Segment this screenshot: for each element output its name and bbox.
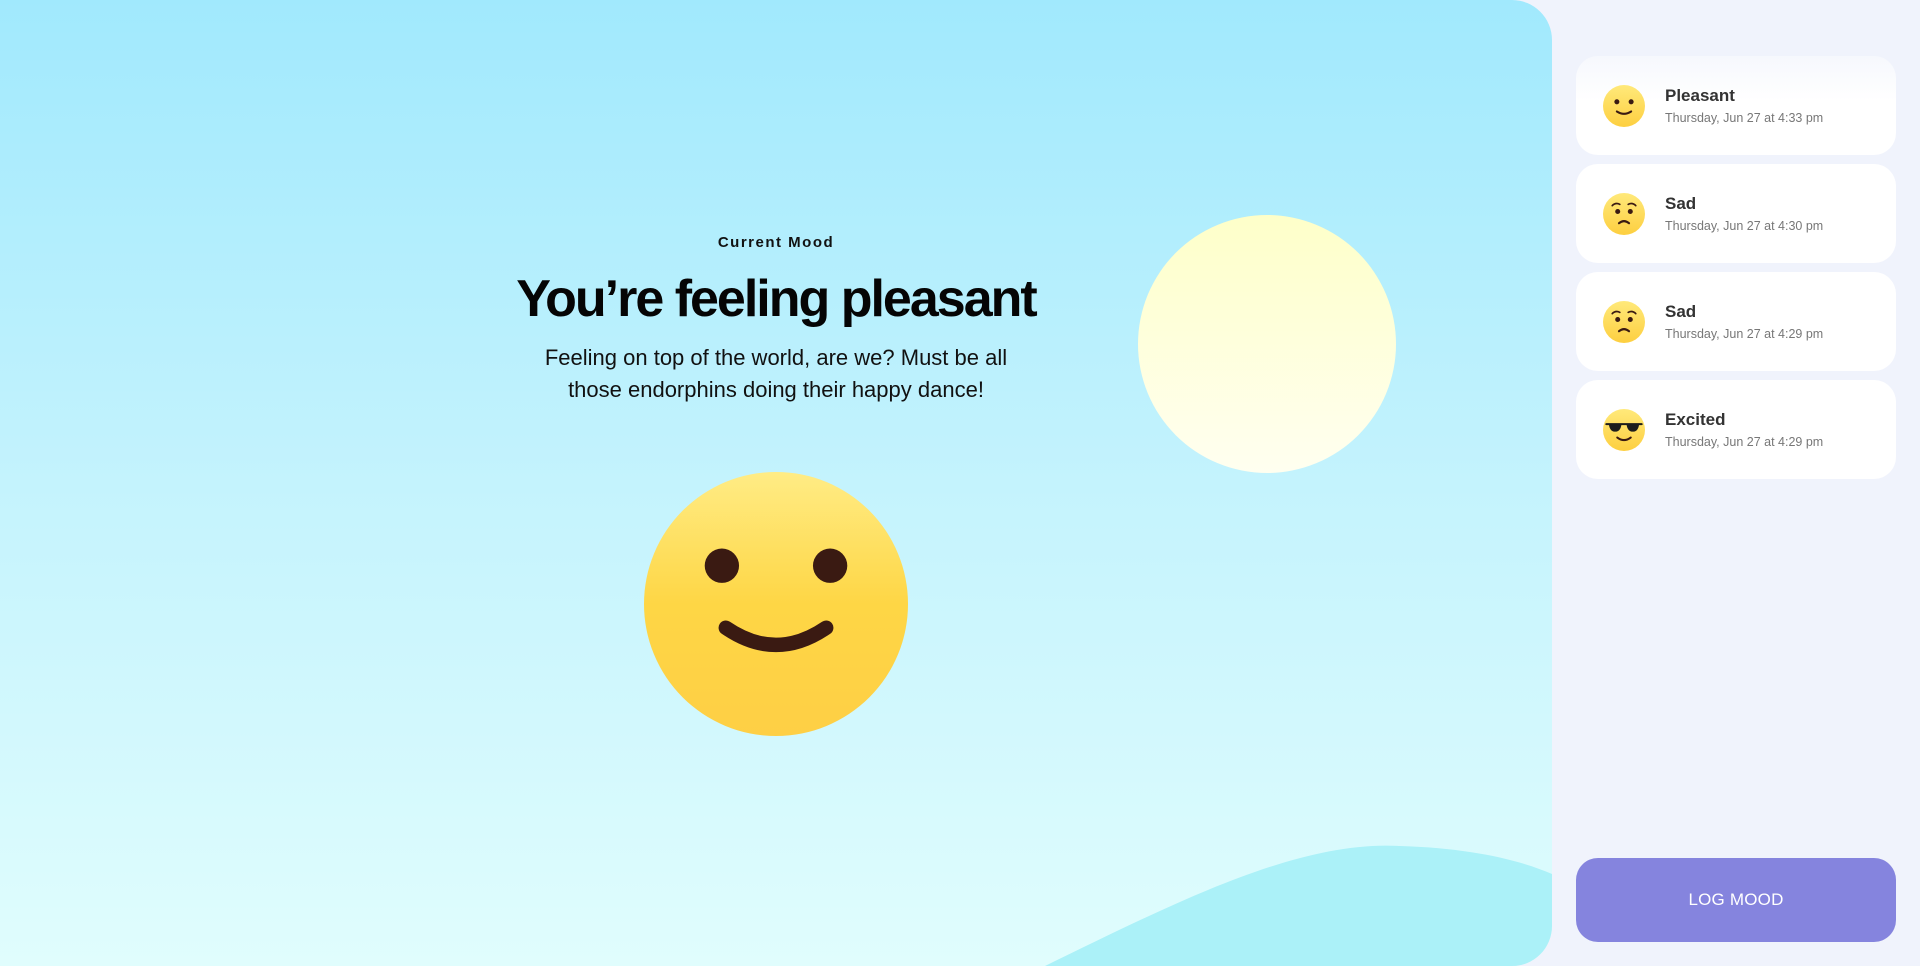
worried-face-icon bbox=[1603, 192, 1645, 235]
current-mood-label: Current Mood bbox=[717, 234, 835, 251]
mood-history-list: Pleasant Thursday, Jun 27 at 4:33 pm Sad… bbox=[1576, 56, 1896, 488]
list-item[interactable]: Excited Thursday, Jun 27 at 4:29 pm bbox=[1576, 380, 1896, 479]
mood-entry-timestamp: Thursday, Jun 27 at 4:33 pm bbox=[1665, 110, 1824, 125]
page-title: You’re feeling pleasant bbox=[516, 270, 1037, 328]
mood-entry-timestamp: Thursday, Jun 27 at 4:30 pm bbox=[1665, 218, 1824, 233]
mood-entry-title: Pleasant bbox=[1665, 85, 1735, 105]
list-item[interactable]: Sad Thursday, Jun 27 at 4:30 pm bbox=[1576, 164, 1896, 263]
mood-entry-title: Sad bbox=[1665, 193, 1697, 213]
slightly-smiling-face-icon bbox=[644, 472, 908, 736]
list-item[interactable]: Pleasant Thursday, Jun 27 at 4:33 pm bbox=[1576, 56, 1896, 155]
sunglasses-face-icon bbox=[1603, 408, 1645, 451]
current-mood-scene: Current Mood You’re feeling pleasant Fee… bbox=[0, 0, 1552, 966]
mood-entry-title: Excited bbox=[1665, 409, 1726, 429]
mood-description: Feeling on top of the world, are we? Mus… bbox=[544, 345, 1008, 403]
worried-face-icon bbox=[1603, 300, 1645, 343]
mood-history-sidebar: Pleasant Thursday, Jun 27 at 4:33 pm Sad… bbox=[1552, 0, 1920, 966]
mood-entry-title: Sad bbox=[1665, 301, 1697, 321]
slightly-smiling-face-icon bbox=[1603, 84, 1645, 127]
list-item[interactable]: Sad Thursday, Jun 27 at 4:29 pm bbox=[1576, 272, 1896, 371]
mood-entry-timestamp: Thursday, Jun 27 at 4:29 pm bbox=[1665, 326, 1824, 341]
sun-circle bbox=[1138, 215, 1396, 473]
mood-tracker-app: Current Mood You’re feeling pleasant Fee… bbox=[0, 0, 1920, 966]
mood-entry-timestamp: Thursday, Jun 27 at 4:29 pm bbox=[1665, 434, 1824, 449]
current-mood-header: Current Mood You’re feeling pleasant Fee… bbox=[476, 234, 1076, 406]
log-mood-button[interactable]: LOG MOOD bbox=[1576, 858, 1896, 942]
